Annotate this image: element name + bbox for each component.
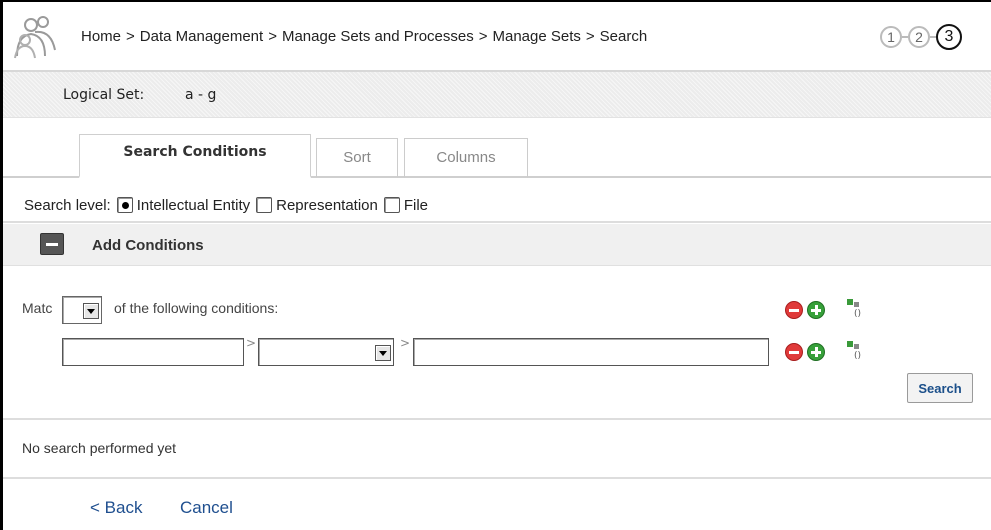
tab-label: Search Conditions xyxy=(123,143,267,160)
condition-separator: > xyxy=(246,336,257,350)
tab-search-conditions[interactable]: Search Conditions xyxy=(79,134,311,178)
svg-text:(): () xyxy=(854,309,861,319)
breadcrumb-data-management[interactable]: Data Management xyxy=(140,28,263,45)
breadcrumb-separator: > xyxy=(478,28,488,45)
breadcrumb-search: Search xyxy=(599,28,648,45)
add-conditions-label: Add Conditions xyxy=(92,237,204,254)
condition-field-input[interactable] xyxy=(62,338,244,366)
condition-separator: > xyxy=(400,336,411,350)
step-indicator: 1 2 3 xyxy=(880,22,962,52)
radio-intellectual-entity[interactable] xyxy=(116,197,133,213)
tab-columns[interactable]: Columns xyxy=(404,138,528,178)
remove-icon[interactable] xyxy=(785,343,803,361)
condition-operator-select[interactable] xyxy=(258,338,394,366)
search-status-text: No search performed yet xyxy=(22,440,177,456)
divider xyxy=(3,221,991,223)
breadcrumb-separator: > xyxy=(585,28,595,45)
radio-label-intellectual-entity: Intellectual Entity xyxy=(136,196,251,214)
search-button[interactable]: Search xyxy=(907,373,973,403)
breadcrumb-manage-sets-and-processes[interactable]: Manage Sets and Processes xyxy=(282,28,474,45)
radio-representation[interactable] xyxy=(256,197,273,213)
logical-set-label: Logical Set: xyxy=(63,87,145,103)
chevron-down-icon xyxy=(375,345,391,361)
back-link[interactable]: < Back xyxy=(90,498,142,518)
remove-icon[interactable] xyxy=(785,301,803,319)
step-1: 1 xyxy=(880,26,902,48)
breadcrumb-separator: > xyxy=(268,28,277,45)
add-icon[interactable] xyxy=(807,343,825,361)
radio-file[interactable] xyxy=(383,197,400,213)
breadcrumb: Home > Data Management > Manage Sets and Pro… xyxy=(81,28,647,45)
match-suffix: of the following conditions: xyxy=(114,300,279,316)
svg-text:(): () xyxy=(854,351,861,361)
tab-label: Columns xyxy=(436,149,496,166)
collapse-icon[interactable] xyxy=(40,233,64,255)
search-level-label: Search level: xyxy=(24,196,111,214)
radio-label-file: File xyxy=(403,196,429,214)
add-group-icon[interactable]: () xyxy=(845,339,867,361)
cancel-link[interactable]: Cancel xyxy=(180,498,233,518)
step-3-current: 3 xyxy=(936,24,962,50)
tab-sort[interactable]: Sort xyxy=(316,138,398,178)
add-group-icon[interactable]: () xyxy=(845,297,867,319)
logical-set-bar: Logical Set: a - g xyxy=(3,72,991,118)
divider xyxy=(3,418,991,420)
condition-value-input[interactable] xyxy=(413,338,769,366)
tab-label: Sort xyxy=(343,149,371,166)
add-conditions-section: Add Conditions xyxy=(3,224,991,266)
search-level-group: Search level: Intellectual Entity Repres… xyxy=(3,190,434,220)
tab-bar: Search Conditions Sort Columns xyxy=(3,118,991,178)
divider xyxy=(3,477,991,479)
breadcrumb-separator: > xyxy=(126,28,135,45)
match-label: Matc xyxy=(22,300,53,316)
logical-set-value: a - g xyxy=(185,87,217,103)
step-2: 2 xyxy=(908,26,930,48)
breadcrumb-home[interactable]: Home xyxy=(81,28,121,45)
users-logo-icon xyxy=(14,16,56,59)
header-bar: Home > Data Management > Manage Sets and Pro… xyxy=(3,2,991,72)
radio-label-representation: Representation xyxy=(276,196,378,214)
add-icon[interactable] xyxy=(807,301,825,319)
chevron-down-icon xyxy=(83,303,99,319)
match-select[interactable] xyxy=(62,296,102,324)
breadcrumb-manage-sets[interactable]: Manage Sets xyxy=(493,28,581,45)
